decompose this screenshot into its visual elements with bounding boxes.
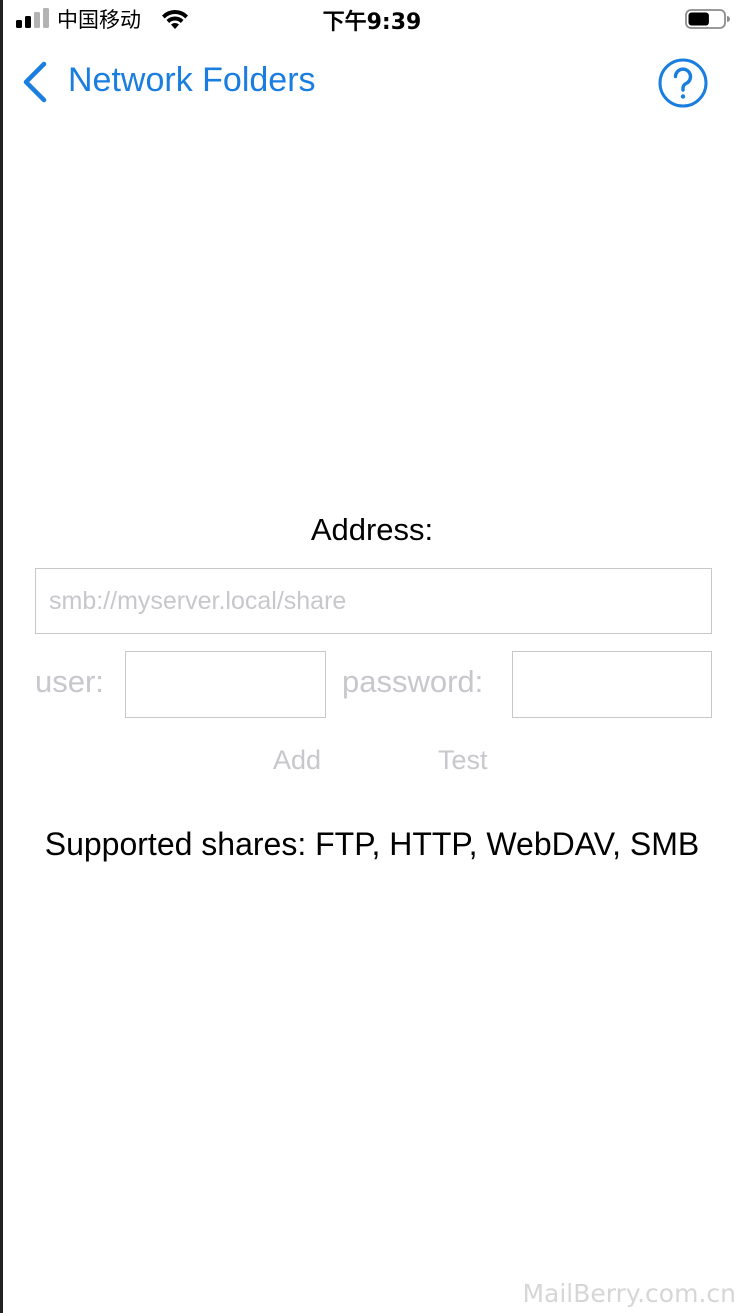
watermark-text: MailBerry.com.cn [522, 1279, 736, 1308]
user-label: user: [35, 664, 104, 699]
back-button[interactable]: Network Folders [18, 56, 358, 108]
supported-shares-text: Supported shares: FTP, HTTP, WebDAV, SMB [44, 826, 700, 862]
status-time: 下午9:39 [322, 10, 422, 35]
address-label: Address: [310, 512, 434, 547]
nav-title: Network Folders [68, 61, 316, 99]
password-input[interactable] [512, 651, 712, 718]
chevron-left-icon [23, 61, 47, 103]
battery-icon [685, 9, 730, 29]
user-input[interactable] [125, 651, 326, 718]
status-bar: 中国移动 下午9:39 [0, 0, 744, 40]
screen-edge [0, 0, 3, 1313]
test-button[interactable]: Test [438, 745, 488, 776]
add-button[interactable]: Add [273, 745, 321, 776]
question-circle-icon[interactable] [657, 57, 709, 109]
address-input[interactable] [35, 568, 712, 634]
password-label: password: [342, 664, 484, 699]
